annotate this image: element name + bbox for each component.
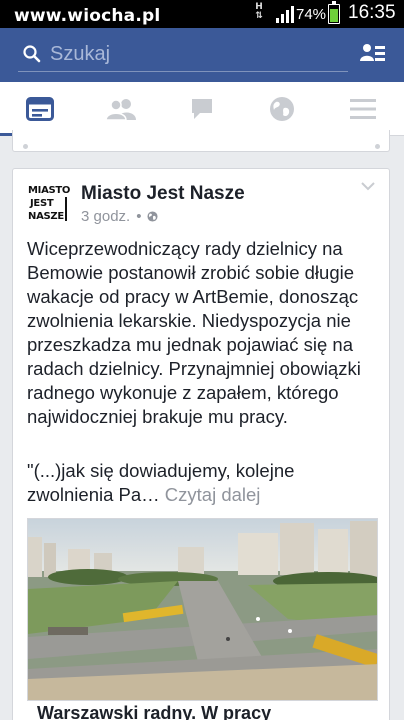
page-avatar[interactable]: MIASTO JEST NASZE (27, 183, 71, 227)
avatar-logo-line: MIASTO (28, 185, 71, 196)
avatar-logo-line: NASZE (28, 211, 64, 222)
battery-icon (328, 1, 340, 24)
watermark: www.wiocha.pl (14, 6, 161, 26)
network-type-indicator: H ⇅ (255, 2, 263, 21)
friend-requests-icon[interactable] (360, 43, 386, 65)
tab-bar (0, 82, 404, 136)
page-name-link[interactable]: Miasto Jest Nasze (81, 183, 245, 205)
post-quote: "(...)jak się dowiadujemy, kolejne zwoln… (27, 459, 381, 507)
link-preview-image[interactable] (27, 518, 378, 701)
clock: 16:35 (348, 2, 396, 23)
top-header (0, 28, 404, 82)
link-preview-title[interactable]: Warszawski radny. W pracy (37, 703, 271, 720)
footer-dot (23, 144, 28, 149)
previous-post-footer (12, 130, 390, 152)
post-card: MIASTO JEST NASZE Miasto Jest Nasze 3 go… (12, 168, 390, 720)
tab-messages[interactable] (162, 82, 242, 136)
meta-separator: • (136, 208, 142, 225)
avatar-logo-bar (65, 197, 67, 221)
tab-notifications[interactable] (242, 82, 322, 136)
footer-dot (375, 144, 380, 149)
search-bar[interactable] (18, 36, 348, 72)
menu-icon (350, 99, 376, 119)
globe-icon (147, 211, 159, 222)
status-bar: www.wiocha.pl H ⇅ 74% 16:35 (0, 0, 404, 28)
post-timestamp[interactable]: 3 godz. (81, 208, 130, 225)
avatar-logo-line: JEST (30, 198, 54, 209)
tab-friends[interactable] (81, 82, 161, 136)
read-more-link[interactable]: Czytaj dalej (165, 484, 261, 505)
search-input[interactable] (50, 40, 340, 68)
globe-icon (270, 97, 294, 121)
messages-icon (192, 99, 212, 119)
chevron-down-icon[interactable] (361, 181, 375, 191)
news-feed-icon (26, 97, 54, 121)
battery-percent: 74% (296, 6, 327, 23)
search-icon (23, 45, 41, 63)
signal-icon (276, 6, 294, 23)
friends-icon (106, 99, 136, 120)
post-meta: 3 godz. • (81, 208, 159, 225)
tab-news-feed[interactable] (0, 82, 80, 136)
aerial-city-photo (28, 519, 377, 700)
post-text: Wiceprzewodniczący rady dzielnicy na Bem… (27, 238, 361, 427)
tab-more[interactable] (323, 82, 403, 136)
